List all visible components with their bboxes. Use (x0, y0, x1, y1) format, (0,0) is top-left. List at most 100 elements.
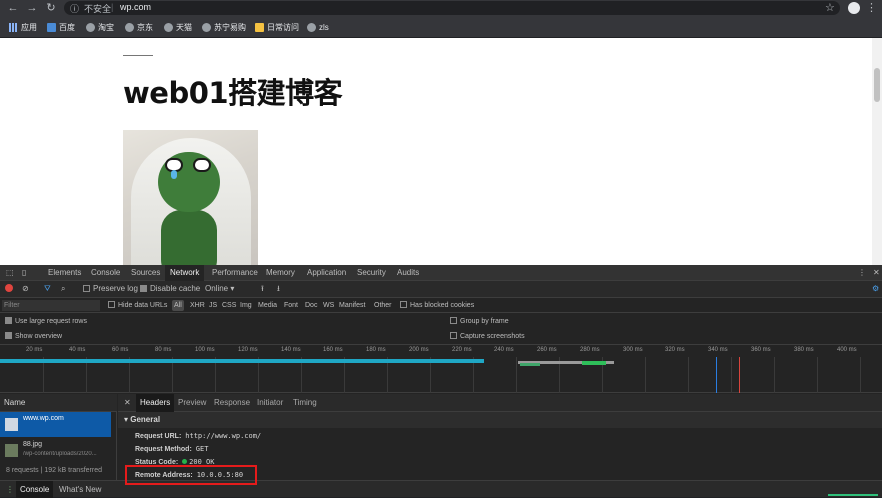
record-icon[interactable] (5, 284, 13, 292)
apps-icon (9, 23, 18, 32)
page-title: web01搭建博客 (123, 76, 343, 110)
tab-initiator[interactable]: Initiator (253, 394, 287, 412)
tab-sources[interactable]: Sources (129, 265, 162, 281)
filter-type-xhr[interactable]: XHR (190, 300, 205, 311)
bookmark-zls[interactable]: zls (307, 21, 329, 34)
filter-type-ws[interactable]: WS (323, 300, 334, 311)
tab-memory[interactable]: Memory (264, 265, 297, 281)
scrollbar-thumb[interactable] (874, 68, 880, 102)
blocked-cookies-checkbox[interactable]: Has blocked cookies (400, 300, 474, 311)
profile-avatar[interactable] (848, 2, 860, 14)
tick-label: 60 ms (112, 347, 129, 353)
export-har-icon[interactable]: ⭳ (277, 283, 280, 295)
capture-screenshots-checkbox[interactable]: Capture screenshots (450, 332, 525, 340)
reload-icon[interactable]: ↻ (44, 1, 58, 15)
forward-icon[interactable]: → (25, 1, 39, 15)
bookmark-taobao[interactable]: 淘宝 (86, 21, 114, 34)
detail-tabbar: ✕ Headers Preview Response Initiator Tim… (118, 394, 882, 412)
bookmark-star-icon[interactable]: ☆ (825, 1, 835, 14)
address-bar[interactable]: ⓘ 不安全 | wp.com (64, 1, 840, 15)
network-toolbar: ⊘ ⛛ ⌕ Preserve log Disable cache Online … (0, 281, 882, 298)
request-row[interactable]: 88.jpg /wp-content/uploads/2020... (0, 438, 111, 463)
document-icon (5, 418, 18, 431)
tick-label: 380 ms (794, 347, 814, 353)
checkbox-checked-icon (5, 317, 12, 324)
browser-toolbar: ← → ↻ ⓘ 不安全 | wp.com ☆ ⋮ (0, 0, 882, 17)
tab-elements[interactable]: Elements (46, 265, 83, 281)
checkbox-icon (450, 317, 457, 324)
request-row[interactable]: www.wp.com (0, 412, 111, 437)
tab-drawer-console[interactable]: Console (16, 481, 54, 498)
throttle-select[interactable]: Online ▾ (205, 283, 234, 295)
request-path: /wp-content/uploads/2020... (23, 451, 97, 457)
menu-icon[interactable]: ⋮ (866, 1, 877, 14)
settings-gear-icon[interactable]: ⚙ (872, 283, 879, 295)
tab-security[interactable]: Security (355, 265, 388, 281)
waterfall-bar-image (582, 361, 606, 365)
tab-whats-new[interactable]: What's New (55, 481, 105, 498)
tab-timing[interactable]: Timing (289, 394, 321, 412)
filter-input[interactable]: Filter (2, 300, 100, 311)
bookmark-apps[interactable]: 应用 (9, 21, 37, 34)
inspect-icon[interactable]: ⬚ (4, 265, 16, 281)
clear-icon[interactable]: ⊘ (22, 283, 29, 295)
featured-image[interactable] (123, 130, 258, 265)
globe-icon (164, 23, 173, 32)
hide-data-urls-checkbox[interactable]: Hide data URLs (108, 300, 167, 311)
tick-label: 400 ms (837, 347, 857, 353)
tab-network[interactable]: Network (165, 265, 205, 281)
filter-type-font[interactable]: Font (284, 300, 298, 311)
group-by-frame-checkbox[interactable]: Group by frame (450, 317, 509, 325)
close-devtools-icon[interactable]: ✕ (871, 265, 882, 281)
tick-label: 360 ms (751, 347, 771, 353)
baidu-icon (47, 23, 56, 32)
tick-label: 20 ms (26, 347, 43, 353)
filter-type-all[interactable]: All (172, 300, 184, 311)
tick-label: 300 ms (623, 347, 643, 353)
tab-preview[interactable]: Preview (174, 394, 210, 412)
tab-performance[interactable]: Performance (210, 265, 260, 281)
filter-type-media[interactable]: Media (258, 300, 277, 311)
overview-timeline[interactable]: 20 ms 40 ms 60 ms 80 ms 100 ms 120 ms 14… (0, 345, 882, 393)
filter-bar: Filter Hide data URLs All XHR JS CSS Img… (0, 298, 882, 313)
filter-type-other[interactable]: Other (374, 300, 392, 311)
filter-type-img[interactable]: Img (240, 300, 252, 311)
filter-icon[interactable]: ⛛ (44, 283, 51, 295)
info-icon[interactable]: ⓘ (70, 2, 79, 15)
bookmark-suning[interactable]: 苏宁易购 (202, 21, 246, 34)
large-rows-checkbox[interactable]: Use large request rows (5, 317, 87, 325)
tab-headers[interactable]: Headers (136, 394, 175, 412)
tab-console[interactable]: Console (89, 265, 122, 281)
filter-type-manifest[interactable]: Manifest (339, 300, 365, 311)
search-icon[interactable]: ⌕ (61, 283, 65, 295)
page-scrollbar[interactable] (872, 38, 882, 265)
bookmark-folder-daily[interactable]: 日常访问 (255, 21, 299, 34)
request-list-header[interactable]: Name (0, 394, 117, 412)
import-har-icon[interactable]: ⭱ (261, 283, 264, 295)
url-text[interactable]: wp.com (120, 2, 151, 12)
back-icon[interactable]: ← (6, 1, 20, 15)
filter-type-js[interactable]: JS (209, 300, 217, 311)
device-toggle-icon[interactable]: ▯ (20, 265, 28, 281)
general-section-header[interactable]: ▾ General (118, 412, 882, 428)
folder-icon (255, 23, 264, 32)
tab-response[interactable]: Response (210, 394, 254, 412)
dom-content-loaded-marker (716, 357, 717, 393)
preserve-log-checkbox[interactable]: Preserve log (83, 283, 138, 295)
tab-audits[interactable]: Audits (395, 265, 421, 281)
checkbox-checked-icon (140, 285, 147, 292)
bookmark-jd[interactable]: 京东 (125, 21, 153, 34)
bookmark-tmall[interactable]: 天猫 (164, 21, 192, 34)
devtools-menu-icon[interactable]: ⋮ (856, 265, 868, 281)
globe-icon (307, 23, 316, 32)
tab-application[interactable]: Application (305, 265, 348, 281)
filter-type-css[interactable]: CSS (222, 300, 236, 311)
show-overview-checkbox[interactable]: Show overview (5, 332, 62, 340)
close-detail-icon[interactable]: ✕ (120, 394, 135, 412)
disable-cache-checkbox[interactable]: Disable cache (140, 283, 200, 295)
filter-type-doc[interactable]: Doc (305, 300, 317, 311)
bookmark-baidu[interactable]: 百度 (47, 21, 75, 34)
globe-icon (125, 23, 134, 32)
request-name: www.wp.com (23, 415, 64, 422)
tick-label: 120 ms (238, 347, 258, 353)
